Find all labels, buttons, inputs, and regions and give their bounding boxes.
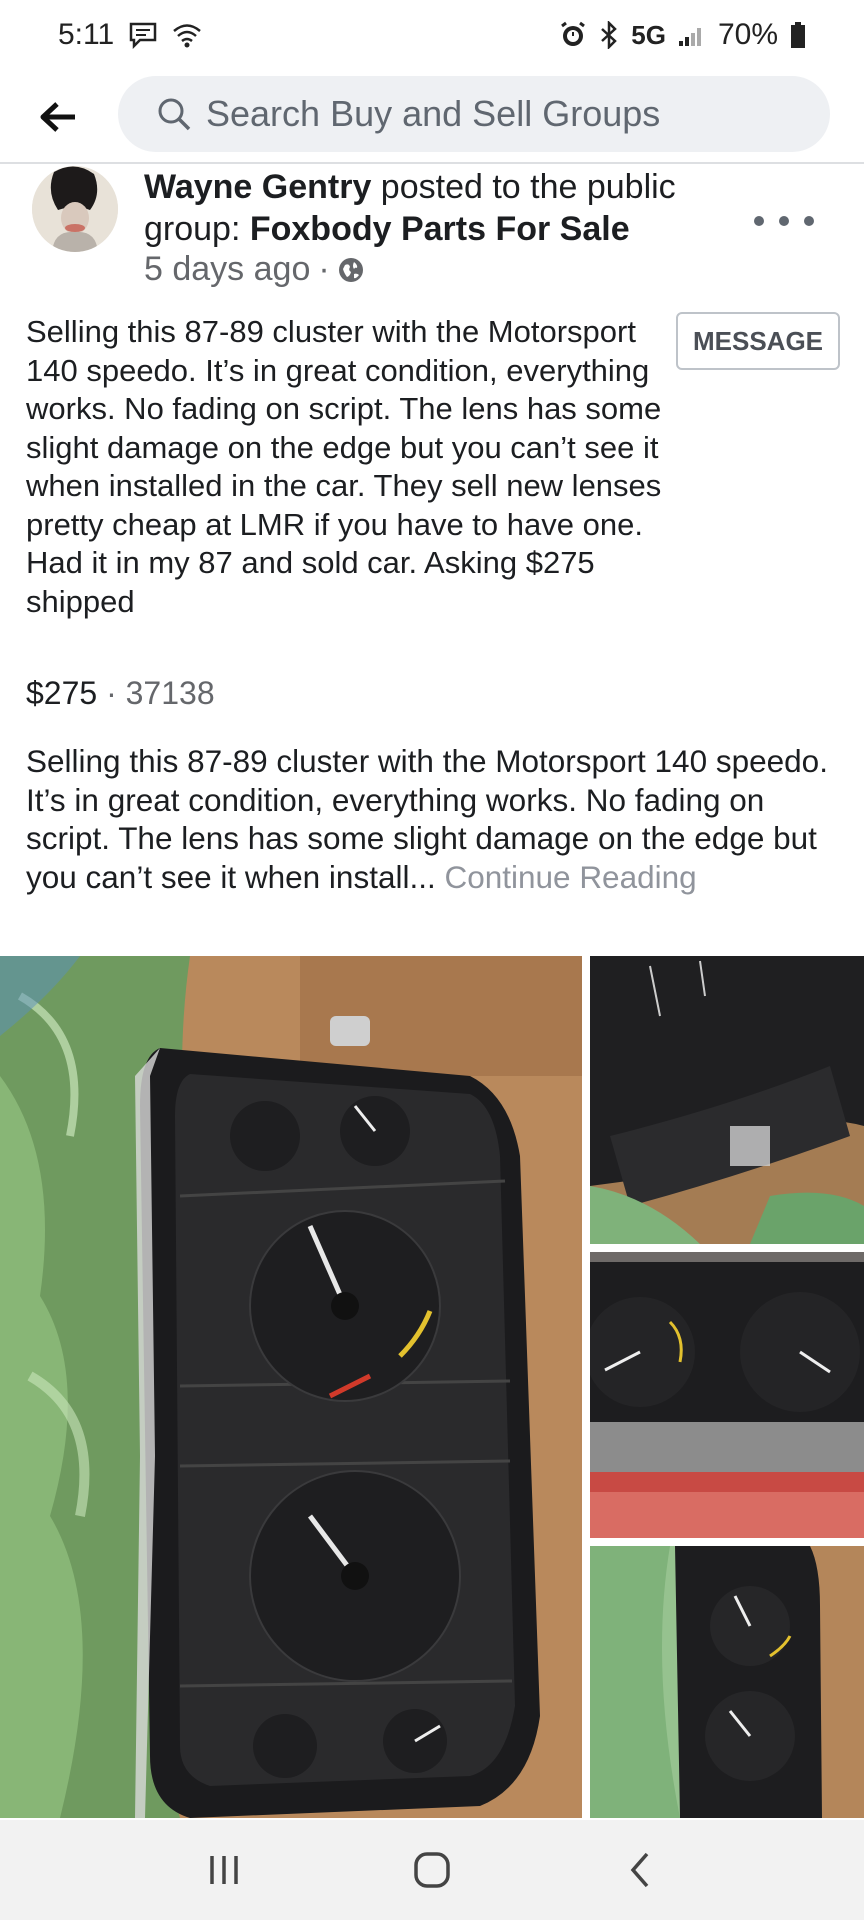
battery-icon	[790, 21, 806, 49]
recents-icon	[210, 1856, 238, 1884]
bluetooth-icon	[599, 21, 619, 49]
more-options-button[interactable]	[754, 206, 814, 236]
network-label: 5G	[631, 19, 666, 50]
continue-reading-link[interactable]: Continue Reading	[444, 859, 696, 895]
more-icon	[754, 216, 764, 226]
system-back-button[interactable]	[600, 1840, 680, 1900]
top-bar: Search Buy and Sell Groups	[0, 72, 864, 164]
post-meta: 5 days ago ·	[144, 250, 364, 289]
home-button[interactable]	[392, 1840, 472, 1900]
listing-body: Selling this 87-89 cluster with the Moto…	[26, 314, 662, 619]
photo-thumbnail-3[interactable]	[590, 1546, 864, 1818]
post-header: Wayne Gentry posted to the public group:…	[0, 166, 864, 302]
post-time[interactable]: 5 days ago	[144, 250, 310, 289]
search-icon	[158, 98, 191, 131]
avatar[interactable]	[32, 166, 118, 252]
photo-thumbnail-1[interactable]	[590, 956, 864, 1244]
recents-button[interactable]	[184, 1840, 264, 1900]
price: $275	[26, 675, 98, 711]
search-input[interactable]: Search Buy and Sell Groups	[118, 76, 830, 152]
alarm-icon	[559, 21, 587, 49]
wifi-icon	[172, 22, 202, 48]
nav-back-icon	[630, 1852, 649, 1888]
more-icon-dot	[779, 216, 789, 226]
more-icon-dot	[804, 216, 814, 226]
home-icon	[414, 1852, 450, 1888]
status-bar: 5:11 5G 70%	[0, 0, 864, 70]
signal-icon	[678, 23, 706, 47]
listing-description: Selling this 87-89 cluster with the Moto…	[26, 742, 846, 896]
battery-percent: 70%	[717, 18, 778, 51]
navigation-bar	[0, 1820, 864, 1920]
photo-thumbnail-2[interactable]	[590, 1252, 864, 1538]
zip-code: 37138	[125, 675, 215, 711]
description-text: Selling this 87-89 cluster with the Moto…	[26, 743, 828, 895]
back-button[interactable]	[30, 89, 86, 145]
globe-icon	[338, 257, 363, 282]
search-placeholder: Search Buy and Sell Groups	[206, 93, 661, 134]
chat-notification-icon	[128, 21, 158, 49]
author-name[interactable]: Wayne Gentry	[144, 168, 371, 206]
post-author-line: Wayne Gentry posted to the public group:…	[144, 166, 744, 250]
back-arrow-icon	[40, 102, 75, 132]
photo-grid	[0, 956, 864, 1818]
status-time: 5:11	[58, 18, 115, 51]
photo-main[interactable]	[0, 956, 582, 1818]
meta-dot: ·	[318, 250, 330, 288]
group-name[interactable]: Foxbody Parts For Sale	[250, 210, 630, 248]
price-separator: ·	[97, 675, 126, 711]
price-line: $275 · 37138	[26, 675, 215, 712]
message-button[interactable]: MESSAGE	[676, 312, 840, 370]
